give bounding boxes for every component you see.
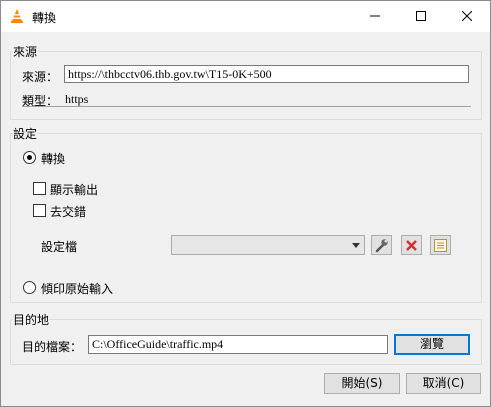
close-button[interactable] (444, 1, 490, 32)
close-icon (462, 11, 472, 21)
settings-group-label: 設定 (13, 125, 38, 142)
edit-profile-button[interactable] (371, 235, 392, 255)
show-output-label: 顯示輸出 (50, 183, 99, 197)
show-output-checkbox[interactable] (33, 182, 46, 195)
delete-profile-button[interactable] (401, 235, 422, 255)
deinterlace-label: 去交錯 (50, 205, 87, 219)
red-x-icon (406, 240, 417, 251)
source-group-label: 來源 (13, 43, 38, 60)
browse-button[interactable]: 瀏覽 (394, 334, 470, 355)
minimize-button[interactable] (352, 1, 398, 32)
destination-file-input[interactable]: C:\OfficeGuide\traffic.mp4 (88, 335, 388, 354)
window-title: 轉換 (32, 11, 57, 25)
maximize-button[interactable] (398, 1, 444, 32)
profile-select[interactable] (171, 235, 365, 255)
wrench-icon (375, 239, 388, 253)
chevron-down-icon (352, 243, 360, 248)
start-button[interactable]: 開始(S) (324, 373, 400, 394)
source-group (10, 51, 482, 120)
source-label: 來源： (22, 70, 59, 84)
title-bar: 轉換 (1, 1, 490, 32)
destination-file-label: 目的檔案： (22, 340, 83, 354)
dump-raw-radio[interactable] (23, 281, 36, 294)
deinterlace-checkbox[interactable] (33, 204, 46, 217)
convert-dialog: 轉換 來源 來源： https://\thbcctv06.thb.gov.tw\… (0, 0, 491, 407)
minimize-icon (370, 15, 380, 17)
vlc-cone-icon (11, 9, 23, 23)
profile-label: 設定檔 (41, 240, 78, 254)
convert-radio[interactable] (23, 151, 36, 164)
convert-label: 轉換 (41, 152, 66, 166)
maximize-icon (416, 11, 426, 21)
type-value: https (65, 92, 89, 106)
destination-group-label: 目的地 (13, 311, 50, 328)
dump-raw-label: 傾印原始輸入 (41, 282, 114, 296)
source-input[interactable]: https://\thbcctv06.thb.gov.tw\T15-0K+500 (64, 65, 469, 83)
source-separator (22, 106, 471, 107)
list-icon (434, 239, 447, 252)
new-profile-button[interactable] (430, 235, 451, 255)
cancel-button[interactable]: 取消(C) (406, 373, 481, 394)
